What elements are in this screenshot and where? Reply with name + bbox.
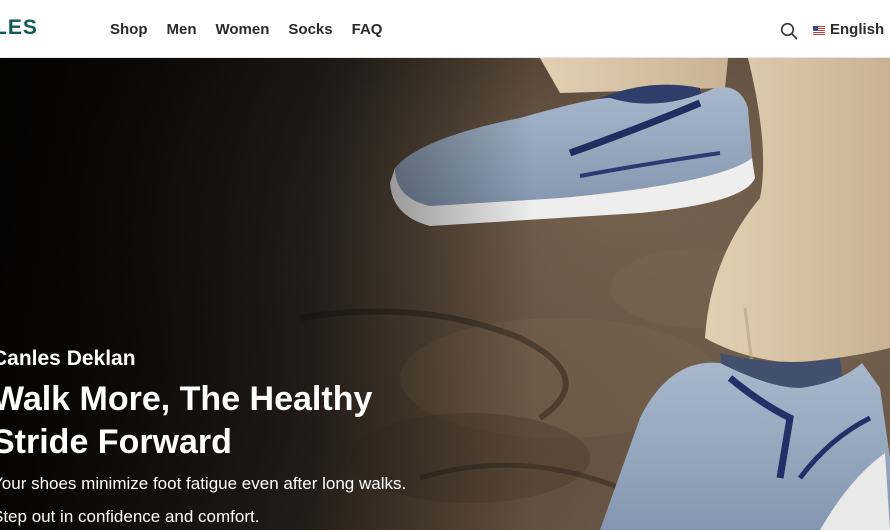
nav-men[interactable]: Men (167, 20, 197, 40)
brand-logo[interactable]: LES (0, 16, 38, 40)
nav-faq[interactable]: FAQ (352, 20, 383, 40)
hero-subtext-2: Step out in confidence and comfort. (0, 507, 260, 526)
nav-socks[interactable]: Socks (288, 20, 332, 40)
site-header: LES Shop Men Women Socks FAQ English (0, 0, 890, 58)
hero-text: Canles Deklan Walk More, The Healthy Str… (0, 346, 462, 527)
hero-subtext-1: Your shoes minimize foot fatigue even af… (0, 474, 407, 493)
language-label: English (830, 21, 885, 38)
hero-banner: Canles Deklan Walk More, The Healthy Str… (0, 58, 890, 530)
language-selector[interactable]: English (813, 20, 884, 40)
nav-shop[interactable]: Shop (110, 20, 148, 40)
us-flag-icon (813, 25, 825, 35)
search-icon[interactable] (780, 22, 798, 40)
hero-headline: Walk More, The Healthy Stride Forward (0, 380, 373, 461)
hero-eyebrow: Canles Deklan (0, 347, 136, 370)
nav-women[interactable]: Women (216, 20, 270, 40)
main-nav: Shop Men Women Socks FAQ (110, 20, 382, 40)
